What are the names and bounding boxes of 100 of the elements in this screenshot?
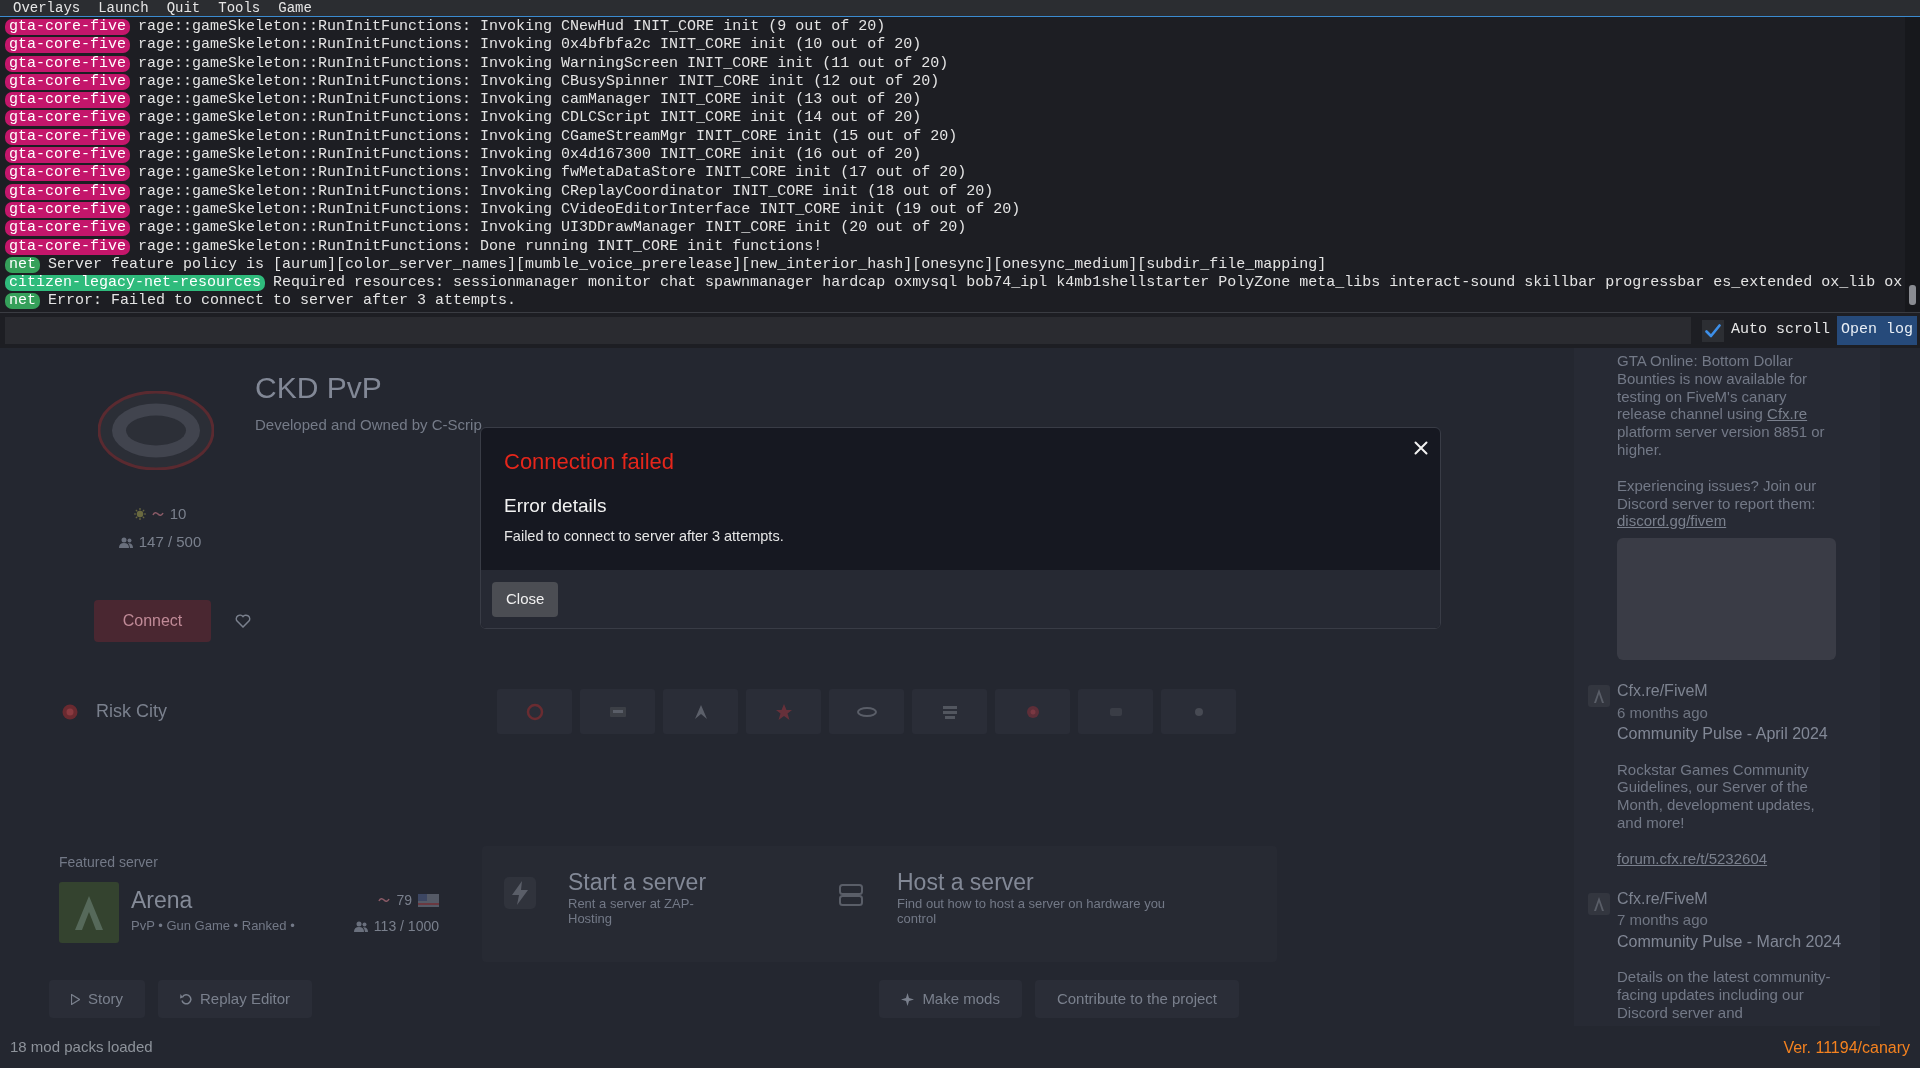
post-time: 6 months ago bbox=[1617, 702, 1709, 723]
checkbox[interactable] bbox=[1701, 319, 1724, 342]
log-tag: gta-core-five bbox=[5, 19, 131, 35]
log-message: rage::gameSkeleton::RunInitFunctions: Invoking CVideoEditorInterface INIT_CORE init (19 out of 20) bbox=[138, 200, 1021, 218]
post-author: Cfx.re/FiveM bbox=[1617, 888, 1709, 909]
sun-icon bbox=[133, 508, 146, 520]
server-title: CKD PvP bbox=[255, 370, 383, 406]
news-text: GTA Online: Bottom Dollar Bounties is now available for testing on FiveM's canary release channel using Cfx.re platform server version 8851 or higher. bbox=[1617, 352, 1826, 459]
server-icon bbox=[839, 884, 863, 906]
log-message: rage::gameSkeleton::RunInitFunctions: Invoking CDLCScript INIT_CORE init (14 out of 20) bbox=[138, 109, 922, 127]
logo-icon bbox=[1588, 685, 1610, 708]
scrollbar-thumb[interactable] bbox=[1909, 285, 1916, 305]
news-link[interactable]: discord.gg/fivem bbox=[1617, 512, 1727, 530]
server-description: Developed and Owned by C-Scrip bbox=[255, 415, 482, 435]
post-title: Community Pulse - April 2024 bbox=[1617, 724, 1828, 745]
log-message: rage::gameSkeleton::RunInitFunctions: Invoking camManager INIT_CORE init (13 out of 20) bbox=[138, 91, 922, 109]
news-link[interactable]: forum.cfx.re/t/5232604 bbox=[1617, 849, 1768, 867]
action-button[interactable]: Contribute to the project bbox=[1034, 980, 1239, 1018]
log-message: Required resources: sessionmanager monitor chat spawnmanager hardcap oxmysql bob74_ipl k4mb1shellstarter PolyZone meta_libs interact-sound skillbar progressbar es_extended ox_lib ox bbox=[273, 274, 1903, 292]
action-button[interactable]: Make mods bbox=[879, 980, 1022, 1018]
log-message: rage::gameSkeleton::RunInitFunctions: Invoking fwMetaDataStore INIT_CORE init (17 out of 20) bbox=[138, 164, 967, 182]
version-text: Ver. 11194/canary bbox=[1783, 1037, 1910, 1058]
dialog-title: Connection failed bbox=[504, 448, 675, 476]
replay-icon bbox=[180, 993, 192, 1005]
log-message: rage::gameSkeleton::RunInitFunctions: Invoking WarningScreen INIT_CORE init (11 out of 20) bbox=[138, 54, 949, 72]
flag-icon bbox=[418, 893, 439, 907]
checkbox-label: Auto scroll bbox=[1730, 320, 1830, 341]
log-tag: gta-core-five bbox=[5, 73, 131, 90]
log-message: rage::gameSkeleton::RunInitFunctions: Invoking CReplayCoordinator INIT_CORE init (18 out of 20) bbox=[138, 182, 994, 200]
log-message: rage::gameSkeleton::RunInitFunctions: Invoking 0x4d167300 INIT_CORE init (16 out of 20) bbox=[138, 146, 922, 164]
close-button[interactable]: Close bbox=[492, 582, 559, 617]
server-tile[interactable] bbox=[912, 689, 987, 734]
log-message: rage::gameSkeleton::RunInitFunctions: Invoking CGameStreamMgr INIT_CORE init (15 out of 20) bbox=[138, 127, 958, 145]
card-title: Start a server bbox=[568, 868, 708, 896]
section-heading: Featured server bbox=[59, 853, 159, 871]
logo-icon bbox=[1588, 892, 1610, 915]
log-message: Server feature policy is [aurum][color_server_names][mumble_voice_prerelease][new_interior_hash][onesync][onesync_medium][subdir_file_mapping] bbox=[48, 255, 1327, 273]
status-text: 18 mod packs loaded bbox=[10, 1037, 153, 1058]
server-tile[interactable] bbox=[663, 689, 738, 734]
player-count: 147 / 500 bbox=[138, 531, 202, 552]
post-title: Community Pulse - March 2024 bbox=[1617, 931, 1842, 952]
bolt-icon bbox=[504, 877, 536, 909]
wave-icon bbox=[151, 510, 164, 518]
server-tile[interactable] bbox=[829, 689, 904, 734]
log-message: rage::gameSkeleton::RunInitFunctions: Invoking UI3DDrawManager INIT_CORE init (20 out of 20) bbox=[138, 219, 967, 237]
log-tag: gta-core-five bbox=[5, 92, 131, 109]
logo-icon bbox=[59, 882, 119, 943]
people-icon bbox=[118, 536, 133, 548]
log-tag: gta-core-five bbox=[5, 220, 131, 237]
log-tag: gta-core-five bbox=[5, 238, 131, 255]
server-tags: PvP • Gun Game • Ranked • bbox=[131, 918, 295, 934]
server-tile[interactable] bbox=[995, 689, 1070, 734]
server-tile[interactable] bbox=[1161, 689, 1236, 734]
log-message: rage::gameSkeleton::RunInitFunctions: Invoking 0x4bfbfa2c INIT_CORE init (10 out of 20) bbox=[138, 36, 922, 54]
log-message: rage::gameSkeleton::RunInitFunctions: Invoking CBusySpinner INIT_CORE init (12 out of 20) bbox=[138, 72, 940, 90]
people-icon bbox=[353, 920, 368, 932]
log-tag: gta-core-five bbox=[5, 110, 131, 127]
log-tag: gta-core-five bbox=[5, 37, 131, 54]
log-tag: net bbox=[5, 256, 40, 273]
log-tag: gta-core-five bbox=[5, 128, 131, 145]
player-count: 113 / 1000 bbox=[373, 916, 439, 936]
log-message: rage::gameSkeleton::RunInitFunctions: Invoking CNewHud INIT_CORE init (9 out of 20) bbox=[138, 18, 886, 35]
open-log-button[interactable]: Open log bbox=[1837, 316, 1917, 345]
card-text: Rent a server at ZAP-Hosting bbox=[568, 896, 695, 926]
card-title: Host a server bbox=[897, 868, 1035, 896]
menu-item[interactable]: Overlays bbox=[4, 0, 90, 16]
heart-icon[interactable] bbox=[235, 614, 251, 628]
news-text: Details on the latest community-facing updates including our Discord server and bbox=[1617, 968, 1832, 1022]
menu-item[interactable]: Launch bbox=[89, 0, 158, 16]
ping-text: 79 bbox=[396, 890, 412, 910]
post-time: 7 months ago bbox=[1617, 910, 1709, 931]
ping-text: 10 bbox=[169, 503, 187, 524]
news-text: Rockstar Games Community Guidelines, our Server of the Month, development updates, and more! bbox=[1617, 760, 1816, 832]
server-tile[interactable] bbox=[580, 689, 655, 734]
server-tile[interactable] bbox=[497, 689, 572, 734]
server-tile[interactable] bbox=[746, 689, 821, 734]
log-tag: gta-core-five bbox=[5, 55, 131, 72]
connect-button[interactable]: Connect bbox=[94, 600, 211, 642]
log-tag: citizen-legacy-net-resources bbox=[5, 275, 266, 292]
log-tag: net bbox=[5, 293, 40, 310]
close-icon[interactable] bbox=[1414, 441, 1428, 455]
news-link[interactable]: Cfx.re bbox=[1767, 405, 1808, 423]
log-tag: gta-core-five bbox=[5, 165, 131, 182]
menu-item[interactable]: Quit bbox=[157, 0, 210, 16]
menu-item[interactable]: Tools bbox=[209, 0, 270, 16]
menu-item[interactable]: Game bbox=[269, 0, 321, 16]
card-text: Find out how to host a server on hardware you control bbox=[897, 896, 1167, 926]
log-message: rage::gameSkeleton::RunInitFunctions: Done running INIT_CORE init functions! bbox=[138, 237, 823, 255]
log-tag: gta-core-five bbox=[5, 201, 131, 218]
log-tag: gta-core-five bbox=[5, 147, 131, 164]
server-name: Arena bbox=[131, 886, 193, 914]
logo-icon bbox=[98, 391, 214, 470]
scrollbar[interactable] bbox=[1905, 17, 1920, 312]
action-button[interactable]: Replay Editor bbox=[158, 980, 313, 1018]
play-icon bbox=[71, 993, 80, 1005]
logo-icon bbox=[62, 703, 78, 720]
logo-icon bbox=[524, 701, 545, 722]
action-button[interactable]: Story bbox=[49, 980, 145, 1018]
dialog-message: Failed to connect to server after 3 attempts. bbox=[504, 527, 785, 546]
wave-icon bbox=[378, 896, 391, 904]
